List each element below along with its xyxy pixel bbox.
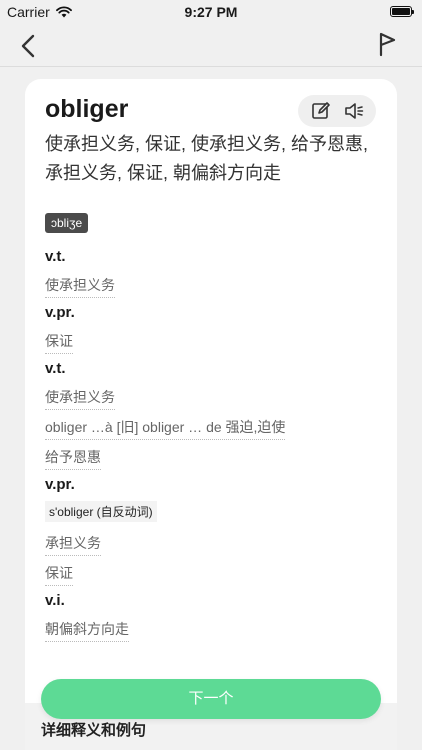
gloss-text[interactable]: obliger …à [旧] obliger … de 强迫,迫使 [45,417,286,440]
clock: 9:27 PM [184,4,238,20]
phonetic-badge: ɔbliʒe [45,213,89,233]
speaker-icon [345,103,364,119]
back-icon [21,34,35,58]
detail-section-title: 详细释义和例句 [41,722,147,739]
back-button[interactable] [15,32,43,60]
usage-tag: s'obliger (自反动词) [45,501,157,522]
word-tools [298,95,376,127]
pronounce-button[interactable] [343,100,365,122]
word-meaning: 使承担义务, 保证, 使承担义务, 给予恩惠, 承担义务, 保证, 朝偏斜方向走 [45,134,369,183]
gloss-text[interactable]: 使承担义务 [45,275,115,298]
part-of-speech: v.t. [45,248,66,265]
part-of-speech: v.pr. [45,476,75,493]
navigation-bar [0,24,422,67]
word-title: obliger [45,95,129,123]
gloss-text[interactable]: 保证 [45,563,73,586]
definitions-list: v.t. 使承担义务 v.pr. 保证 v.t. 使承担义务 obliger …à [旧] … [45,247,385,642]
part-of-speech: v.t. [45,360,66,377]
part-of-speech: v.i. [45,592,65,609]
status-bar: Carrier 9:27 PM [0,0,422,24]
gloss-text[interactable]: 给予恩惠 [45,447,101,470]
edit-icon [312,102,330,119]
report-button[interactable] [376,30,400,58]
gloss-text[interactable]: 承担义务 [45,533,101,556]
flag-icon [379,32,396,57]
edit-button[interactable] [310,100,332,122]
word-card: obliger 使承担义务, 保证, 使承担义务, 给予恩惠, 承担义务, 保证… [25,79,397,750]
part-of-speech: v.pr. [45,304,75,321]
gloss-text[interactable]: 保证 [45,331,73,354]
battery-icon [390,6,414,17]
gloss-text[interactable]: 使承担义务 [45,387,115,410]
next-button[interactable]: 下一个 [41,679,381,719]
gloss-text[interactable]: 朝偏斜方向走 [45,619,129,642]
